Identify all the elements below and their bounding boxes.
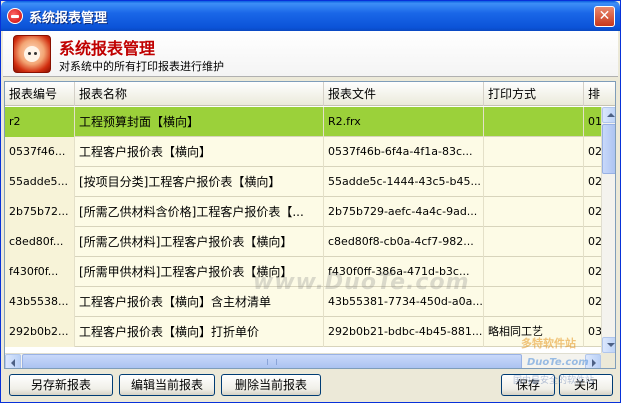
cell-report-name[interactable]: 工程客户报价表【横向】: [75, 137, 324, 167]
edit-current-report-button[interactable]: 编辑当前报表: [119, 374, 215, 396]
watermark-brand: 多特软件站: [521, 337, 576, 350]
vertical-scroll-thumb[interactable]: [602, 124, 615, 174]
cell-report-name[interactable]: [按项目分类]工程客户报价表【横向】: [75, 167, 324, 197]
horizontal-scroll-thumb[interactable]: [22, 354, 522, 368]
scroll-up-icon[interactable]: [602, 107, 615, 123]
delete-current-report-button[interactable]: 删除当前报表: [221, 374, 321, 396]
column-header-file[interactable]: 报表文件: [324, 82, 484, 106]
header-subtitle: 对系统中的所有打印报表进行维护: [59, 60, 224, 73]
header-panel: 系统报表管理 对系统中的所有打印报表进行维护: [3, 31, 618, 77]
column-header-name[interactable]: 报表名称: [75, 82, 324, 106]
app-icon: [7, 8, 23, 24]
cell-report-file[interactable]: R2.frx: [324, 107, 484, 137]
report-table: 报表编号 报表名称 报表文件 打印方式 排 r2 工程预算封面【横向】 R2.frx…: [4, 81, 616, 369]
cell-print-mode[interactable]: [484, 257, 584, 287]
window-title: 系统报表管理: [29, 11, 108, 26]
header-title: 系统报表管理: [59, 39, 156, 58]
column-header-order[interactable]: 排: [584, 82, 615, 106]
table-row[interactable]: 2b75b72... [所需乙供材料含价格]工程客户报价表【... 2b75b729…: [5, 197, 603, 227]
save-as-new-report-button[interactable]: 另存新报表: [9, 374, 113, 396]
cell-report-name[interactable]: 工程客户报价表【横向】打折单价: [75, 317, 324, 347]
cell-print-mode[interactable]: [484, 227, 584, 257]
table-header: 报表编号 报表名称 报表文件 打印方式 排: [5, 82, 615, 106]
horizontal-scrollbar[interactable]: [5, 353, 601, 368]
scroll-down-icon[interactable]: [602, 337, 615, 353]
cell-report-id[interactable]: 55adde5...: [5, 167, 75, 197]
cell-report-file[interactable]: 0537f46b-6f4a-4f1a-83c...: [324, 137, 484, 167]
cell-report-id[interactable]: 0537f46...: [5, 137, 75, 167]
cell-print-mode[interactable]: [484, 107, 584, 137]
title-bar[interactable]: 系统报表管理 ✕: [1, 1, 620, 31]
scroll-left-icon[interactable]: [5, 354, 21, 368]
cell-report-id[interactable]: c8ed80f...: [5, 227, 75, 257]
column-header-print-mode[interactable]: 打印方式: [484, 82, 584, 106]
cell-report-name[interactable]: 工程预算封面【横向】: [75, 107, 324, 137]
cell-print-mode[interactable]: [484, 287, 584, 317]
column-header-id[interactable]: 报表编号: [5, 82, 75, 106]
cell-report-name[interactable]: [所需乙供材料含价格]工程客户报价表【...: [75, 197, 324, 227]
cell-report-id[interactable]: f430f0f...: [5, 257, 75, 287]
table-body: r2 工程预算封面【横向】 R2.frx 01 0537f46... 工程客户报价表【横向…: [5, 107, 603, 353]
cell-report-file[interactable]: 55adde5c-1444-43c5-b45...: [324, 167, 484, 197]
cell-report-file[interactable]: c8ed80f8-cb0a-4cf7-982...: [324, 227, 484, 257]
window-close-button[interactable]: ✕: [594, 6, 615, 27]
scrollbar-corner: [601, 353, 615, 368]
table-row[interactable]: 0537f46... 工程客户报价表【横向】 0537f46b-6f4a-4f1a-…: [5, 137, 603, 167]
table-row[interactable]: r2 工程预算封面【横向】 R2.frx 01: [5, 107, 603, 137]
cell-print-mode[interactable]: [484, 197, 584, 227]
report-logo-icon: [13, 35, 51, 73]
cell-report-id[interactable]: 43b5538...: [5, 287, 75, 317]
cell-report-file[interactable]: 2b75b729-aefc-4a4c-9ad...: [324, 197, 484, 227]
table-row[interactable]: c8ed80f... [所需乙供材料]工程客户报价表【横向】 c8ed80f8-cb…: [5, 227, 603, 257]
cell-report-name[interactable]: [所需乙供材料]工程客户报价表【横向】: [75, 227, 324, 257]
cell-print-mode[interactable]: [484, 137, 584, 167]
cell-print-mode[interactable]: [484, 167, 584, 197]
watermark-site: DuoTe.com: [527, 357, 589, 368]
cell-report-id[interactable]: r2: [5, 107, 75, 137]
table-row[interactable]: 55adde5... [按项目分类]工程客户报价表【横向】 55adde5c-144…: [5, 167, 603, 197]
cell-report-id[interactable]: 292b0b2...: [5, 317, 75, 347]
cell-report-file[interactable]: 292b0b21-bdbc-4b45-881...: [324, 317, 484, 347]
report-manager-window: 系统报表管理 ✕ 系统报表管理 对系统中的所有打印报表进行维护 报表编号 报表名…: [0, 0, 621, 403]
watermark-center: www.DuoTe.com: [253, 270, 470, 295]
table-row[interactable]: 292b0b2... 工程客户报价表【横向】打折单价 292b0b21-bdbc-4…: [5, 317, 603, 347]
watermark-slogan: 国内最安全的软件站: [513, 376, 595, 386]
cell-report-id[interactable]: 2b75b72...: [5, 197, 75, 227]
vertical-scrollbar[interactable]: [601, 107, 615, 353]
